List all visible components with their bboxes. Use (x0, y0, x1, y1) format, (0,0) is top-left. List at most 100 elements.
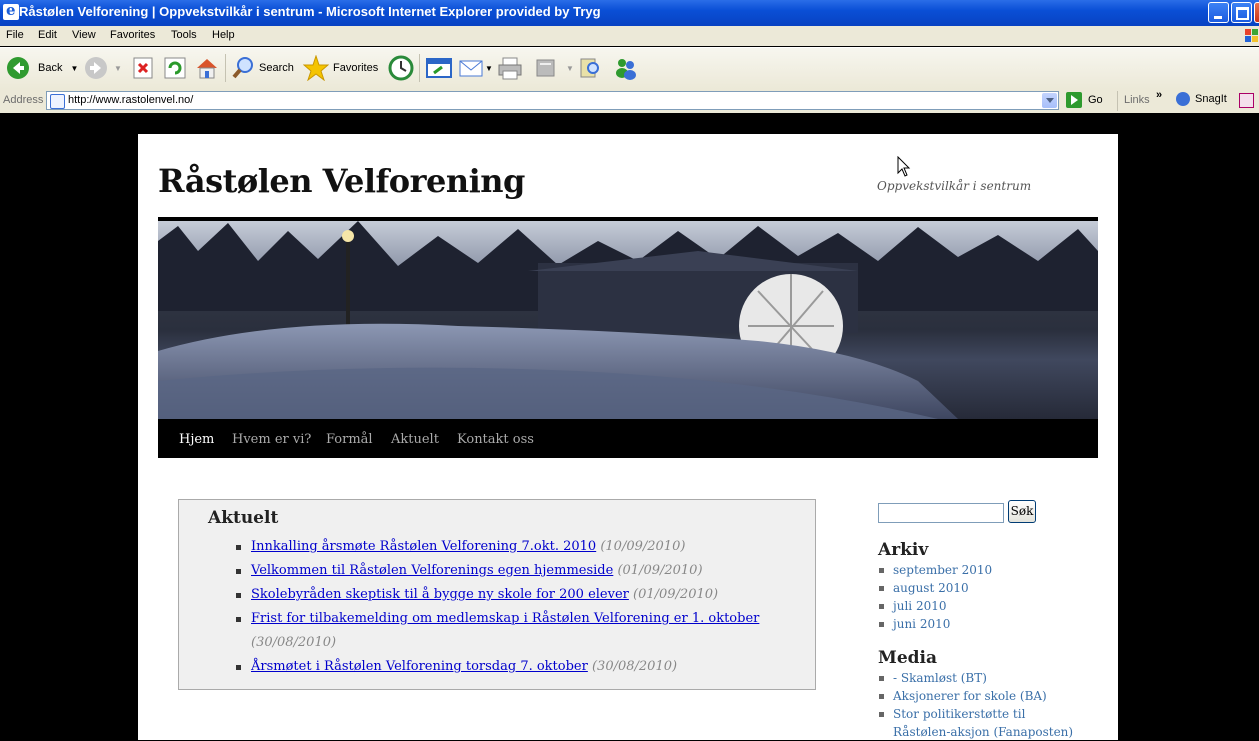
menu-file[interactable]: File (6, 29, 24, 41)
archive-link-juli-2010[interactable]: juli 2010 (878, 597, 1078, 615)
forward-button[interactable]: ▼ (84, 48, 122, 88)
minimize-button[interactable] (1208, 2, 1229, 23)
menu-favorites[interactable]: Favorites (110, 29, 155, 41)
printer-icon (498, 57, 522, 80)
media-link[interactable]: Stor politikerstøtte til Råstølen-aksjon… (878, 705, 1078, 741)
address-dropdown-button[interactable] (1042, 93, 1057, 108)
mouse-cursor-icon (897, 156, 911, 177)
snagit-capture-icon[interactable] (1239, 93, 1254, 108)
news-item: Innkalling årsmøte Råstølen Velforening … (229, 535, 799, 559)
mail-button[interactable]: ▼ (459, 48, 493, 88)
menu-edit[interactable]: Edit (38, 29, 57, 41)
refresh-icon (164, 57, 186, 79)
edit-button[interactable]: ▼ (536, 48, 574, 88)
news-date: (30/08/2010) (591, 659, 678, 674)
close-button[interactable] (1254, 2, 1259, 23)
chevron-down-icon[interactable]: ▼ (485, 64, 493, 73)
search-button[interactable]: Search (231, 48, 294, 88)
back-label: Back (38, 62, 63, 74)
nav-item-hjem[interactable]: Hjem (179, 432, 214, 447)
toolbar-separator (419, 54, 420, 82)
news-list: Innkalling årsmøte Råstølen Velforening … (229, 535, 799, 679)
nav-item-hvem-er-vi[interactable]: Hvem er vi? (232, 432, 311, 447)
star-icon (303, 55, 329, 81)
go-button[interactable]: Go (1066, 92, 1103, 108)
snagit-label: SnagIt (1195, 93, 1227, 105)
news-item: Årsmøtet i Råstølen Velforening torsdag … (229, 655, 799, 679)
print-button[interactable] (497, 48, 523, 88)
address-url[interactable]: http://www.rastolenvel.no/ (68, 94, 193, 106)
favorites-button[interactable]: Favorites (303, 48, 378, 88)
browser-toolbar: Back ▼ ▼ Search Favorites ▼ ▼ (0, 47, 1259, 90)
refresh-button[interactable] (164, 48, 186, 88)
media-list: - Skamløst (BT) Aksjonerer for skole (BA… (878, 669, 1078, 741)
news-link[interactable]: Frist for tilbakemelding om medlemskap i… (251, 611, 759, 626)
ie-icon (3, 1, 19, 20)
favorites-label: Favorites (333, 62, 379, 74)
site-title[interactable]: Råstølen Velforening (158, 162, 525, 200)
links-label[interactable]: Links (1124, 94, 1150, 106)
media-link[interactable]: - Skamløst (BT) (878, 669, 1078, 687)
archive-link-september-2010[interactable]: september 2010 (878, 561, 1078, 579)
messenger-icon (616, 59, 636, 80)
mail-icon (459, 60, 483, 77)
back-arrow-icon (7, 57, 29, 79)
search-input[interactable] (878, 503, 1004, 523)
fullscreen-button[interactable] (426, 48, 452, 88)
history-button[interactable] (388, 48, 414, 88)
nav-item-aktuelt[interactable]: Aktuelt (391, 432, 439, 447)
address-input[interactable]: http://www.rastolenvel.no/ (46, 91, 1059, 110)
news-date: (01/09/2010) (617, 563, 703, 578)
windows-logo-icon (1245, 29, 1258, 42)
history-icon (388, 55, 414, 81)
news-date: (30/08/2010) (251, 635, 337, 650)
go-arrow-icon (1066, 92, 1082, 108)
address-bar: Address http://www.rastolenvel.no/ Go Li… (0, 89, 1259, 113)
news-date: (01/09/2010) (633, 587, 719, 602)
stop-icon (133, 57, 153, 79)
media-heading: Media (878, 648, 937, 668)
search-label: Search (259, 62, 294, 74)
news-box: Aktuelt Innkalling årsmøte Råstølen Velf… (178, 499, 816, 690)
chevron-down-icon[interactable]: ▼ (70, 64, 78, 73)
banner-scene (158, 221, 1098, 419)
menu-help[interactable]: Help (212, 29, 235, 41)
forward-arrow-icon (85, 57, 107, 79)
snagit-button[interactable]: SnagIt (1176, 92, 1227, 106)
news-link[interactable]: Årsmøtet i Råstølen Velforening torsdag … (251, 659, 588, 674)
chevron-down-icon[interactable]: ▼ (566, 64, 574, 73)
archive-link-juni-2010[interactable]: juni 2010 (878, 615, 1078, 633)
news-link[interactable]: Skolebyråden skeptisk til å bygge ny sko… (251, 587, 629, 602)
header-banner-image (158, 221, 1098, 419)
news-heading: Aktuelt (208, 508, 279, 528)
web-page: Råstølen Velforening Oppvekstvilkår i se… (138, 134, 1118, 740)
news-item: Skolebyråden skeptisk til å bygge ny sko… (229, 583, 799, 607)
media-link[interactable]: Aksjonerer for skole (BA) (878, 687, 1078, 705)
research-button[interactable] (578, 48, 602, 88)
home-button[interactable] (195, 48, 219, 88)
window-icon (426, 58, 452, 78)
news-link[interactable]: Innkalling årsmøte Råstølen Velforening … (251, 539, 596, 554)
archive-link-august-2010[interactable]: august 2010 (878, 579, 1078, 597)
main-navigation: Hjem Hvem er vi? Formål Aktuelt Kontakt … (158, 419, 1098, 458)
menu-tools[interactable]: Tools (171, 29, 197, 41)
back-button[interactable]: Back ▼ (6, 48, 78, 88)
menu-view[interactable]: View (72, 29, 96, 41)
archive-heading: Arkiv (878, 540, 929, 560)
page-icon (50, 94, 65, 109)
search-submit-button[interactable]: Søk (1008, 500, 1036, 523)
maximize-button[interactable] (1231, 2, 1252, 23)
stop-button[interactable] (133, 48, 153, 88)
nav-item-kontakt-oss[interactable]: Kontakt oss (457, 432, 534, 447)
messenger-button[interactable] (613, 48, 639, 88)
site-description: Oppvekstvilkår i sentrum (877, 179, 1032, 193)
window-title: Råstølen Velforening | Oppvekstvilkår i … (19, 4, 601, 19)
edit-page-icon (536, 59, 555, 77)
chevron-down-icon[interactable]: ▼ (114, 64, 122, 73)
go-label: Go (1088, 94, 1103, 106)
news-link[interactable]: Velkommen til Råstølen Velforenings egen… (251, 563, 613, 578)
nav-item-formal[interactable]: Formål (326, 432, 373, 447)
chevron-right-icon[interactable]: » (1156, 89, 1162, 101)
news-item: Velkommen til Råstølen Velforenings egen… (229, 559, 799, 583)
toolbar-separator (225, 54, 226, 82)
